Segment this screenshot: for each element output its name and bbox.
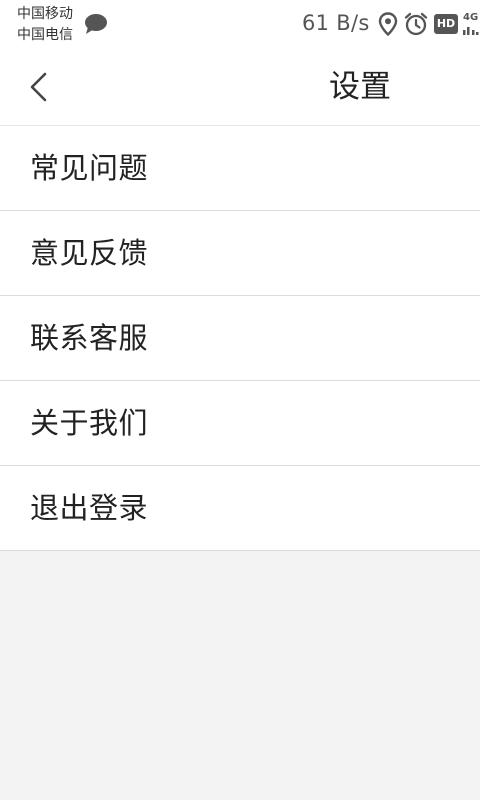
network-speed: 61 B/s — [302, 11, 370, 35]
status-bar: 中国移动 中国电信 61 B/s HD 4G — [0, 0, 480, 48]
carrier-1: 中国移动 — [17, 6, 73, 22]
header-bar: 设置 — [0, 48, 480, 126]
carrier-info: 中国移动 中国电信 — [17, 4, 73, 46]
menu-item-label: 常见问题 — [30, 151, 149, 185]
alarm-icon — [404, 12, 428, 36]
hd-icon: HD — [434, 14, 458, 34]
menu-item-label: 关于我们 — [30, 406, 149, 440]
carrier-2: 中国电信 — [17, 27, 73, 43]
menu-item-contact-support[interactable]: 联系客服 — [0, 296, 480, 381]
menu-item-label: 意见反馈 — [30, 236, 149, 270]
settings-menu: 常见问题 意见反馈 联系客服 关于我们 退出登录 — [0, 126, 480, 551]
menu-item-label: 退出登录 — [30, 491, 149, 525]
chat-bubble-icon — [84, 13, 108, 35]
page-title: 设置 — [329, 69, 391, 105]
chevron-left-icon — [30, 72, 47, 102]
menu-item-feedback[interactable]: 意见反馈 — [0, 211, 480, 296]
network-type: 4G — [463, 12, 479, 23]
location-icon — [378, 12, 398, 37]
menu-item-about-us[interactable]: 关于我们 — [0, 381, 480, 466]
menu-item-faq[interactable]: 常见问题 — [0, 126, 480, 211]
menu-item-logout[interactable]: 退出登录 — [0, 466, 480, 551]
menu-item-label: 联系客服 — [30, 321, 149, 355]
back-button[interactable] — [22, 68, 56, 106]
signal-icon: 4G — [463, 12, 480, 38]
